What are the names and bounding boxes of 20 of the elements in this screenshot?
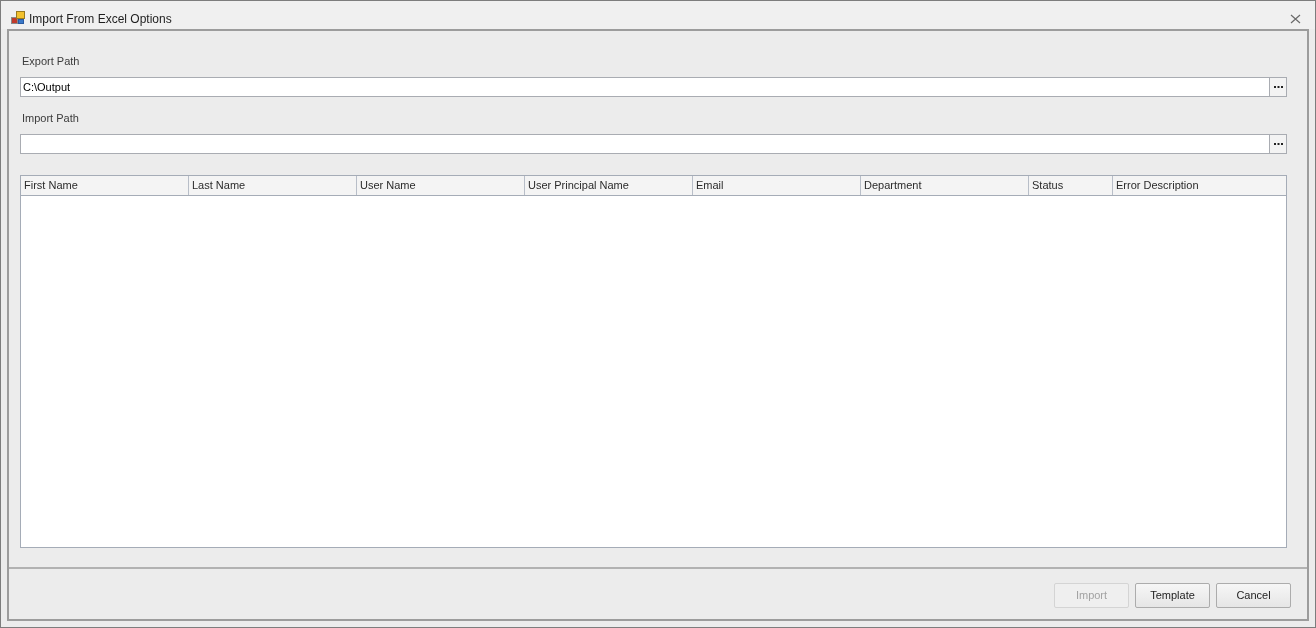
- field-label: Import Path: [22, 111, 79, 125]
- path-field[interactable]: C:\Output: [20, 77, 1269, 97]
- browse-button[interactable]: [1269, 77, 1287, 97]
- path-field[interactable]: [20, 134, 1269, 154]
- app-icon: [11, 11, 25, 25]
- column-header[interactable]: Last Name: [189, 176, 357, 195]
- column-header[interactable]: First Name: [21, 176, 189, 195]
- browse-button[interactable]: [1269, 134, 1287, 154]
- column-header[interactable]: Email: [693, 176, 861, 195]
- column-header[interactable]: Error Description: [1113, 176, 1286, 195]
- close-icon: [1289, 14, 1301, 24]
- dialog-button[interactable]: Template: [1135, 583, 1210, 608]
- close-button[interactable]: [1289, 13, 1301, 25]
- column-header[interactable]: User Principal Name: [525, 176, 693, 195]
- column-header[interactable]: Status: [1029, 176, 1113, 195]
- column-header[interactable]: Department: [861, 176, 1029, 195]
- field-label: Export Path: [22, 54, 80, 68]
- window-title: Import From Excel Options: [29, 11, 172, 27]
- dialog-button[interactable]: Cancel: [1216, 583, 1291, 608]
- column-header[interactable]: User Name: [357, 176, 525, 195]
